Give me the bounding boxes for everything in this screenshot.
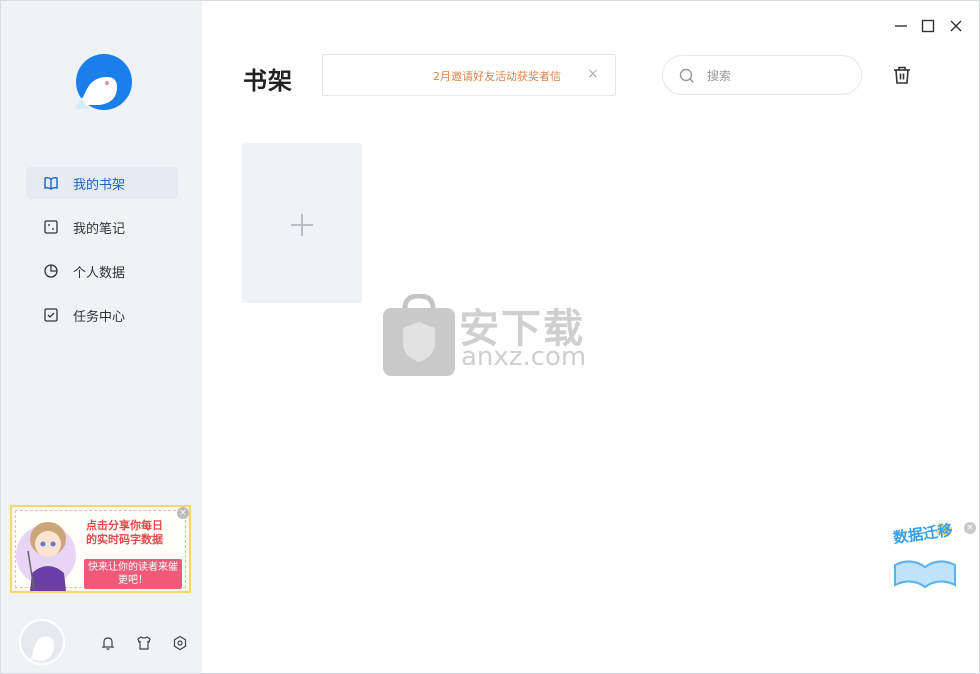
note-icon [43,219,59,235]
pie-chart-icon [43,263,59,279]
notice-close-icon[interactable]: × [587,66,599,82]
search-icon [679,68,695,84]
sidebar-item-bookshelf[interactable]: 我的书架 [26,167,178,199]
skin-shirt-icon[interactable] [136,635,152,651]
sidebar-item-notes[interactable]: 我的笔记 [26,211,178,243]
sidebar: 我的书架 我的笔记 个人数据 任务中心 点击分享你每日 的实时码字数据 快来让你… [1,1,202,673]
data-migration-badge[interactable]: 数据迁移 [889,521,961,591]
bell-icon[interactable] [100,635,116,651]
shield-bag-icon [383,293,455,376]
app-logo-icon [73,53,135,111]
task-icon [43,307,59,323]
promo-close-icon[interactable]: × [177,507,189,519]
sidebar-item-stats[interactable]: 个人数据 [26,255,178,287]
plus-icon [290,213,314,237]
migration-close-icon[interactable]: × [964,522,976,534]
watermark-domain: anxz.com [461,342,587,372]
sidebar-item-label: 个人数据 [73,265,126,281]
anime-character-icon [16,511,82,591]
sidebar-item-label: 我的书架 [73,177,126,193]
sidebar-item-label: 我的笔记 [73,221,126,237]
promo-button[interactable]: 快来让你的读者来催更吧！ [84,559,182,589]
sidebar-item-label: 任务中心 [73,309,126,325]
notice-text[interactable]: 2月邀请好友活动获奖者信 [433,68,561,84]
add-book-button[interactable] [242,143,362,303]
close-icon[interactable] [949,18,963,32]
sidebar-nav: 我的书架 我的笔记 个人数据 任务中心 [26,167,178,343]
promo-text-line1: 点击分享你每日 [86,519,163,532]
sidebar-item-tasks[interactable]: 任务中心 [26,299,178,331]
book-icon [43,175,59,191]
maximize-icon[interactable] [921,18,935,33]
trash-icon[interactable] [892,65,912,85]
sidebar-bottom-bar [19,619,197,669]
page-title: 书架 [243,67,293,95]
watermark: 安下载 anxz.com [383,293,603,380]
share-promo-banner[interactable]: 点击分享你每日 的实时码字数据 快来让你的读者来催更吧！ × [10,505,191,593]
search-input[interactable] [707,66,847,86]
notice-bar[interactable]: 2月邀请好友活动获奖者信 × [322,54,616,96]
search-box[interactable] [662,55,862,95]
avatar[interactable] [19,619,65,665]
app-window: 我的书架 我的笔记 个人数据 任务中心 点击分享你每日 的实时码字数据 快来让你… [0,0,980,674]
promo-text-line2: 的实时码字数据 [86,533,163,546]
minimize-icon[interactable] [894,18,908,32]
settings-icon[interactable] [172,635,188,651]
